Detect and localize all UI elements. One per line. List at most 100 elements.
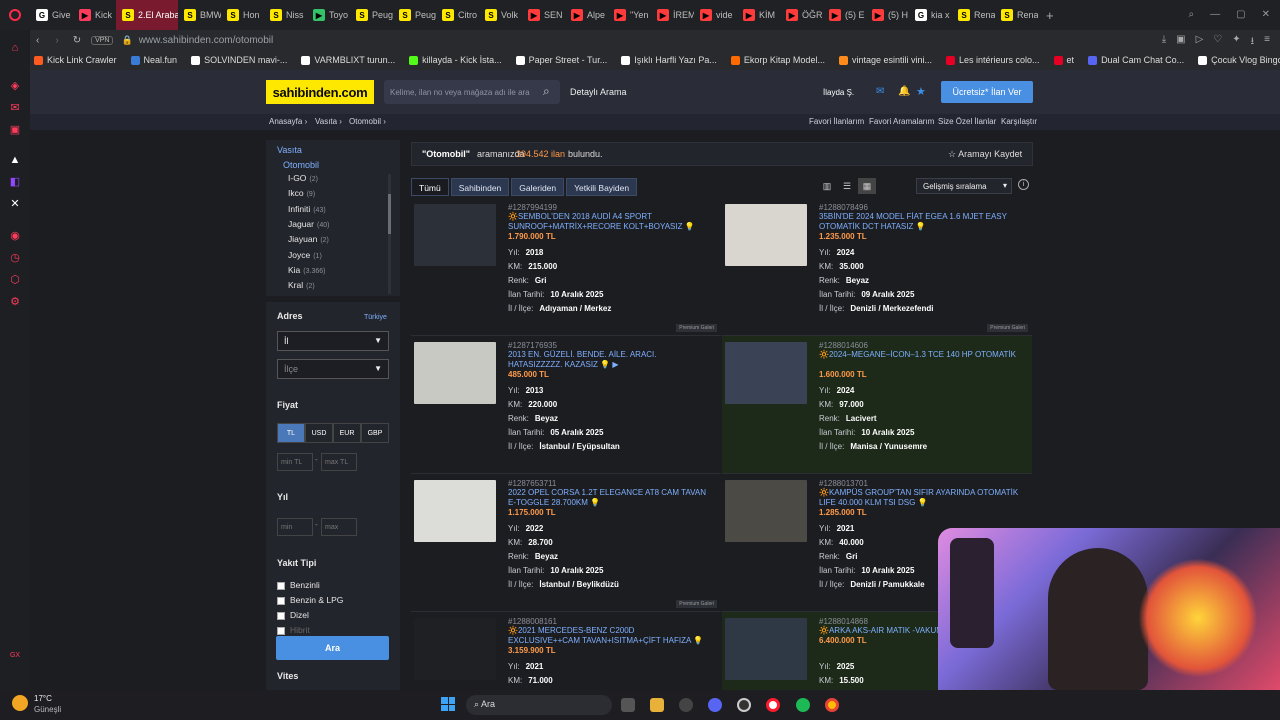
discord-icon[interactable] (708, 698, 722, 712)
browser-tab[interactable]: ▶ KİM (737, 0, 780, 30)
browser-tab[interactable]: G Give (30, 0, 73, 30)
category-otomobil[interactable]: Otomobil (283, 160, 319, 170)
browser-tab[interactable]: ▶ İREM (651, 0, 694, 30)
listing-thumbnail[interactable] (414, 480, 496, 542)
obs-icon[interactable] (737, 698, 751, 712)
currency-option[interactable]: EUR (333, 423, 361, 443)
browser-tab[interactable]: S 2.El Araba (116, 0, 178, 30)
aria-icon[interactable]: ◈ (9, 80, 21, 92)
listing-thumbnail[interactable] (414, 204, 496, 266)
media-icon[interactable]: ▣ (9, 124, 21, 136)
bookmark-item[interactable]: Les intérieurs colo... (946, 55, 1040, 65)
listing-thumbnail[interactable] (725, 342, 807, 404)
messenger-icon[interactable]: ✉ (9, 102, 21, 114)
listing-card[interactable]: #1288008161 🔆2021 Mercedes-Benz C200D EXC… (411, 612, 721, 690)
listing-title[interactable]: 35BİN'DE 2024 MODEL FİAT EGEA 1.6 MJET E… (819, 212, 1019, 232)
browser-tab[interactable]: S Rena (995, 0, 1038, 30)
opera-gx-taskbar-icon[interactable] (766, 698, 780, 712)
reload-icon[interactable]: ↻ (73, 35, 81, 46)
listing-thumbnail[interactable] (725, 618, 807, 680)
checkbox[interactable] (277, 626, 285, 635)
opera-logo-icon[interactable] (0, 9, 30, 21)
currency-option[interactable]: TL (277, 423, 305, 443)
browser-tab[interactable]: ▶ Kick (73, 0, 116, 30)
bookmark-item[interactable]: Kick Link Crawler (34, 55, 117, 65)
brand-item[interactable]: Jaguar (40) (288, 219, 329, 229)
menu-icon[interactable]: ≡ (1264, 34, 1270, 51)
bookmark-item[interactable]: Neal.fun (130, 55, 177, 65)
checkbox[interactable] (277, 596, 285, 605)
bookmark-item[interactable]: Paper Street - Tur... (515, 55, 607, 65)
minimize-icon[interactable]: — (1210, 9, 1220, 20)
browser-tab[interactable]: ▶ SEN (522, 0, 565, 30)
browser-tab[interactable]: S Citro (436, 0, 479, 30)
browser-tab[interactable]: ▶ (5) E (823, 0, 866, 30)
listing-card[interactable]: #1287653711 2022 OPEL CORSA 1.2T ELEGANCE… (411, 474, 721, 612)
brand-item[interactable]: Jiayuan (2) (288, 234, 329, 244)
browser-tab[interactable]: S BMW (178, 0, 221, 30)
results-tab[interactable]: Sahibinden (450, 178, 510, 196)
settings-icon[interactable]: ⚙ (9, 296, 21, 308)
weather-icon[interactable] (12, 695, 28, 711)
special-listings-link[interactable]: Size Özel İlanlar (938, 117, 996, 126)
home-icon[interactable]: ⌂ (9, 42, 21, 54)
bookmark-item[interactable]: et (1053, 55, 1074, 65)
grid-view-icon[interactable]: ▦ (858, 178, 876, 194)
bookmark-item[interactable]: killayda - Kick İsta... (409, 55, 502, 65)
weather-temp[interactable]: 17°C (34, 694, 52, 703)
bookmark-item[interactable]: vintage esintili vini... (838, 55, 932, 65)
province-select[interactable]: İl ▼ (277, 331, 389, 351)
file-explorer-icon[interactable] (650, 698, 664, 712)
address-country[interactable]: Türkiye (364, 314, 387, 321)
results-tab[interactable]: Galeriden (511, 178, 565, 196)
listing-thumbnail[interactable] (414, 342, 496, 404)
browser-tab[interactable]: ▶ Toyo (307, 0, 350, 30)
bookmark-item[interactable]: Çocuk Vlog Bingosu (1198, 55, 1280, 65)
min-year-input[interactable]: min (277, 518, 313, 536)
favorites-icon[interactable]: ★ (916, 85, 926, 98)
compare-link[interactable]: Karşılaştır (1001, 117, 1037, 126)
bookmark-item[interactable]: Dual Cam Chat Co... (1088, 55, 1184, 65)
browser-tab[interactable]: ▶ ÖĞR (780, 0, 823, 30)
maximize-icon[interactable]: ▢ (1236, 9, 1245, 20)
listing-card[interactable]: #1288014606 🔆2024–MEGANE–İCON–1.3 TCE 140… (722, 336, 1032, 474)
vpn-badge[interactable]: VPN (91, 35, 114, 45)
taskbar-search[interactable]: ⌕ Ara (466, 695, 612, 715)
url-field[interactable]: www.sahibinden.com/otomobil (139, 35, 274, 46)
brand-item[interactable]: I-GO (2) (288, 173, 318, 183)
browser-tab[interactable]: ▶ "Yen (608, 0, 651, 30)
browser-tab[interactable]: S Rena (952, 0, 995, 30)
messages-icon[interactable]: ✉ (876, 86, 884, 97)
player-toolbar-icon[interactable]: ▷ (1196, 34, 1204, 51)
notifications-icon[interactable]: 🔔 (898, 86, 910, 97)
fuel-option[interactable]: Hibrit (277, 625, 310, 635)
browser-tab[interactable]: S Hon (221, 0, 264, 30)
listing-title[interactable]: 🔆2021 Mercedes-Benz C200D EXCLUSIVE++CAM… (508, 626, 708, 646)
listing-title[interactable]: 2022 OPEL CORSA 1.2T ELEGANCE AT8 CAM TA… (508, 488, 708, 508)
weather-text[interactable]: Güneşli (34, 705, 61, 714)
ai-icon[interactable]: ▲ (9, 154, 21, 166)
list-view-icon[interactable]: ☰ (838, 178, 856, 194)
player-icon[interactable]: ◉ (9, 230, 21, 242)
browser-tab[interactable]: ▶ Alpe (565, 0, 608, 30)
back-icon[interactable]: ‹ (36, 35, 39, 46)
more-icon[interactable]: GX (9, 650, 21, 662)
close-window-icon[interactable]: ✕ (1262, 9, 1270, 20)
listing-thumbnail[interactable] (414, 618, 496, 680)
listing-card[interactable]: #1287994199 🔆SEMBOL'DEN 2018 AUDİ A4 SPOR… (411, 198, 721, 336)
table-view-icon[interactable]: ▥ (818, 178, 836, 194)
brand-item[interactable]: Ikco (9) (288, 188, 315, 198)
checkbox[interactable] (277, 611, 285, 620)
bookmark-item[interactable]: SOLVINDEN mavi-... (191, 55, 287, 65)
category-vasita[interactable]: Vasıta (277, 145, 302, 155)
twitch-icon[interactable]: ◧ (9, 176, 21, 188)
browser-tab[interactable]: S Niss (264, 0, 307, 30)
bookmark-icon[interactable]: ♡ (1213, 34, 1222, 51)
x-icon[interactable]: ✕ (9, 198, 21, 210)
currency-option[interactable]: USD (305, 423, 333, 443)
extensions-icon[interactable]: ▣ (1176, 34, 1185, 51)
windows-start-icon[interactable] (441, 697, 455, 711)
brand-item[interactable]: Kral (2) (288, 280, 315, 290)
history-icon[interactable]: ◷ (9, 252, 21, 264)
brand-item[interactable]: Infiniti (43) (288, 204, 326, 214)
